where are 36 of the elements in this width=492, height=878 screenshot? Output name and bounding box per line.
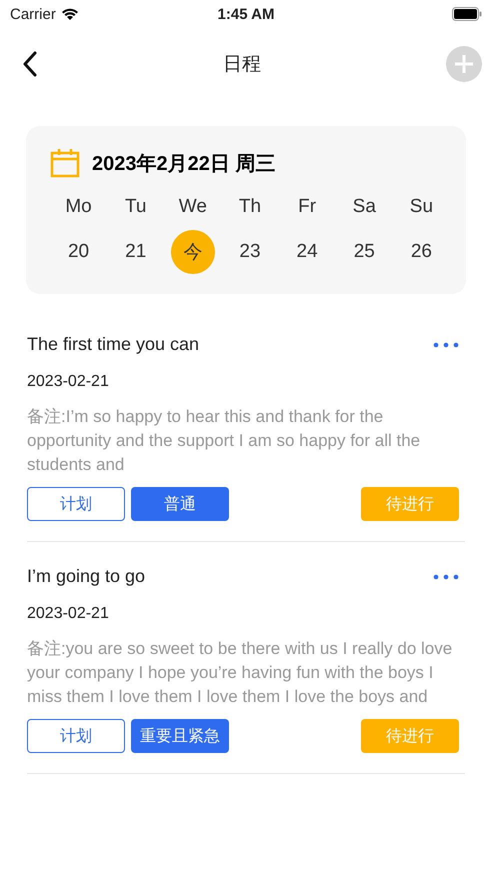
weekday-label: Th — [238, 196, 262, 218]
calendar-day[interactable]: 23 — [228, 230, 272, 274]
status-time: 1:45 AM — [218, 6, 274, 22]
calendar-day[interactable]: 24 — [285, 230, 330, 274]
calendar-day[interactable]: 20 — [56, 230, 101, 274]
carrier-name: Carrier — [10, 6, 56, 22]
calendar-day[interactable]: 26 — [399, 230, 444, 274]
weekday-label: Mo — [64, 196, 93, 218]
more-icon[interactable] — [433, 574, 459, 580]
event-note: 备注:you are so sweet to be there with us I really do love your company I hope you’re having fun with the boys I miss them I love them I love them I love the boys and — [27, 638, 454, 708]
status-tag: 待进行 — [361, 719, 459, 753]
weekday-label: We — [178, 196, 208, 218]
current-date: 2023年2月22日 周三 — [92, 152, 276, 176]
event-date: 2023-02-21 — [27, 605, 110, 623]
event-tag: 普通 — [131, 487, 229, 521]
calendar-icon — [50, 148, 80, 178]
event-tag: 计划 — [27, 487, 125, 521]
event-date: 2023-02-21 — [27, 373, 110, 391]
battery-icon — [452, 7, 482, 21]
weekday-label: Fr — [297, 196, 318, 218]
weekday-label: Tu — [124, 196, 148, 218]
weekday-label: Su — [408, 196, 434, 218]
back-icon[interactable] — [22, 51, 38, 77]
more-icon[interactable] — [433, 342, 459, 348]
weekday-label: Sa — [352, 196, 377, 218]
calendar-day[interactable]: 25 — [342, 230, 386, 274]
event-tag: 重要且紧急 — [131, 719, 229, 753]
event-note: 备注:I’m so happy to hear this and thank for the opportunity and the support I am so happy for all the students and — [27, 406, 422, 476]
event-title: I’m going to go — [27, 566, 146, 587]
calendar-day[interactable]: 21 — [114, 230, 158, 274]
calendar-day[interactable]: 今 — [170, 230, 215, 274]
page-title: 日程 — [223, 53, 261, 77]
status-tag: 待进行 — [361, 487, 459, 521]
event-tag: 计划 — [27, 719, 125, 753]
event-title: The first time you can — [27, 334, 200, 355]
wifi-icon — [60, 7, 80, 21]
